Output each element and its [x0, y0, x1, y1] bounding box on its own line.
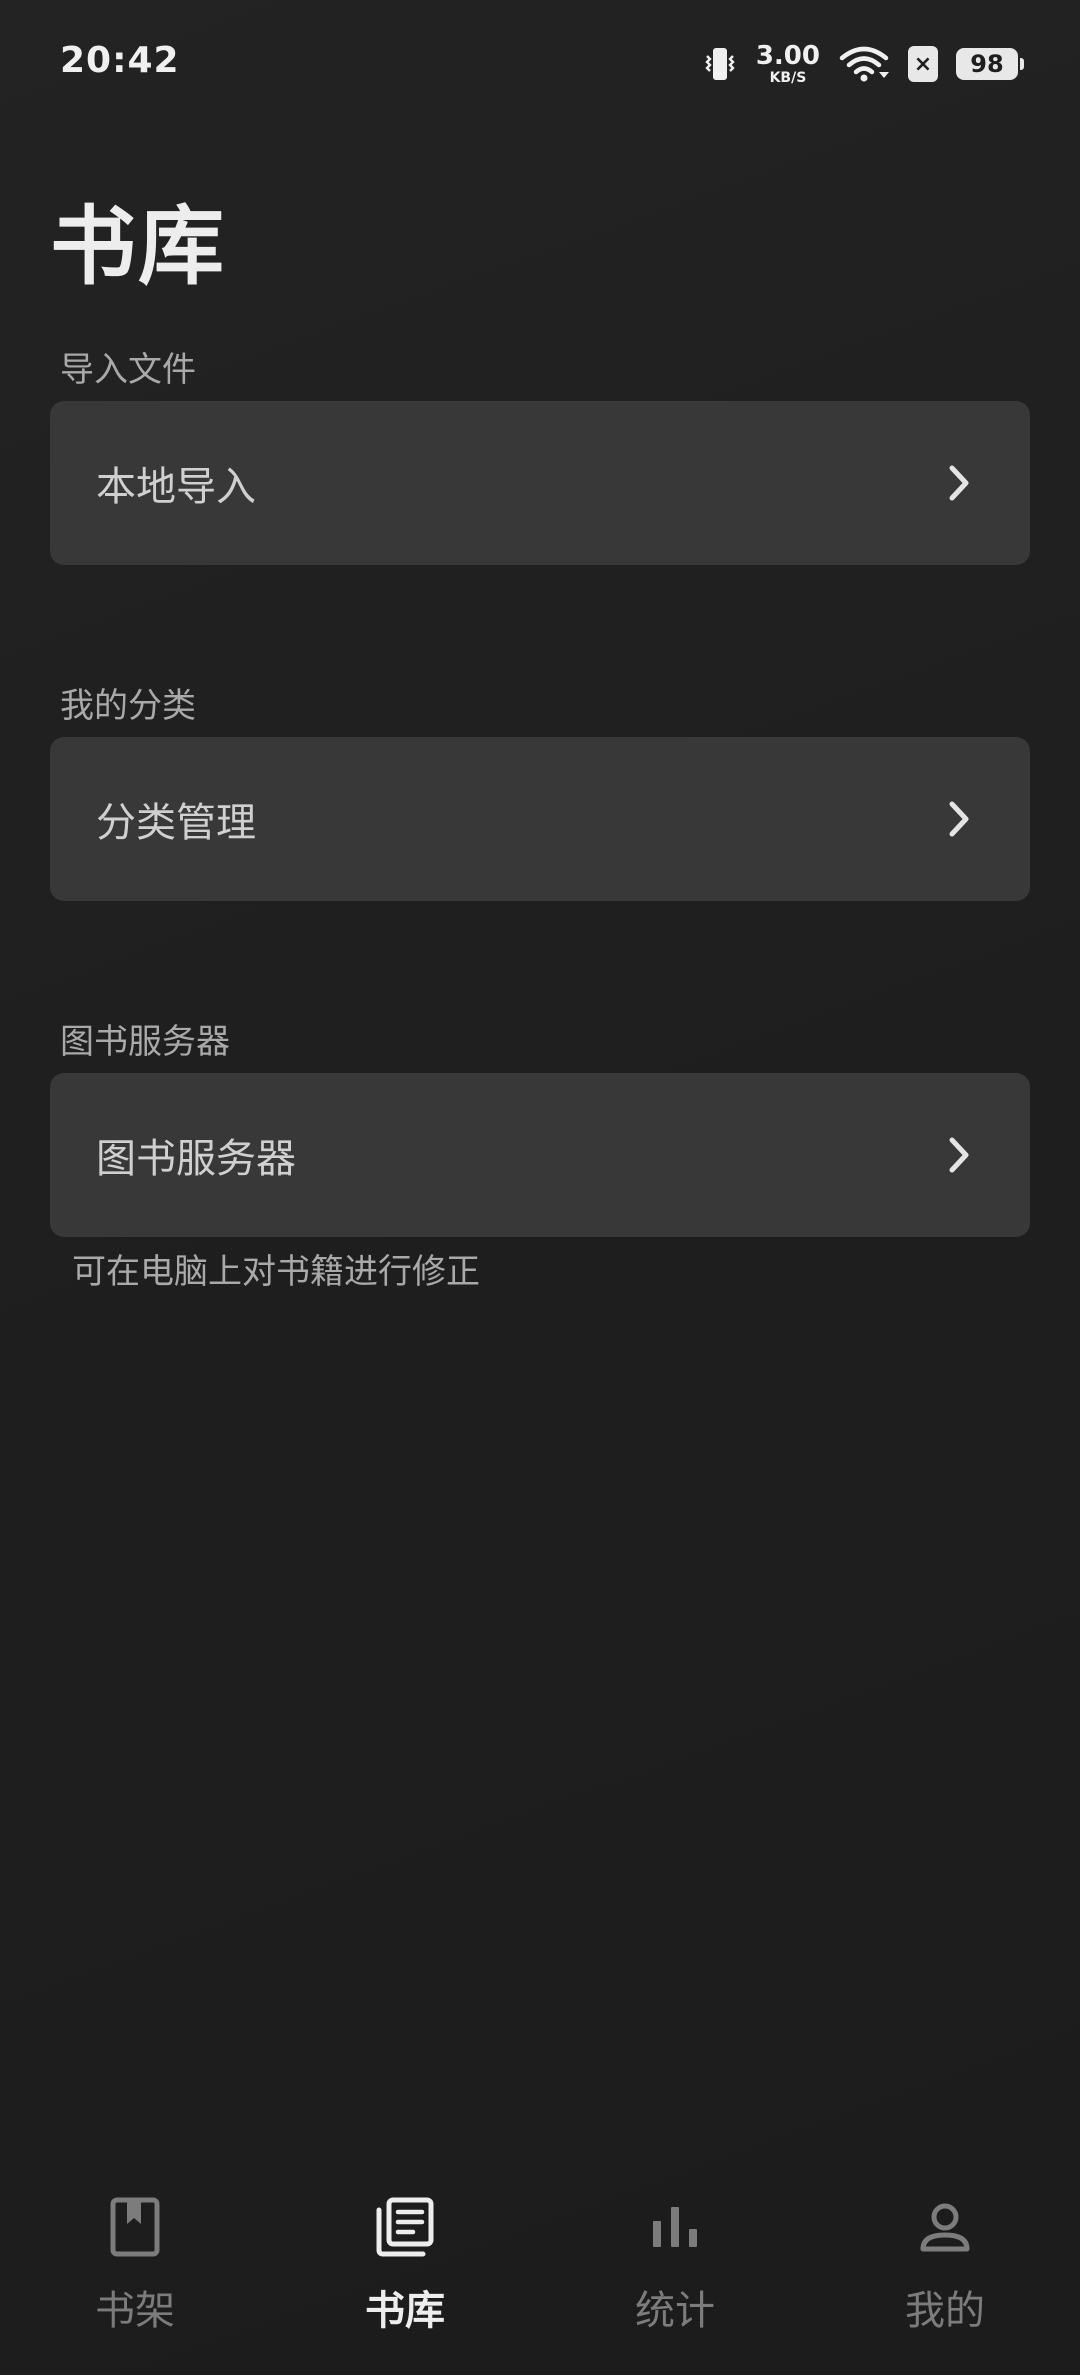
local-import-label: 本地导入 [96, 464, 256, 510]
notification-icon: × [908, 46, 938, 82]
category-management-label: 分类管理 [96, 800, 256, 846]
section-label-categories: 我的分类 [60, 686, 196, 726]
status-icons: 3.00 KB/S × 98 [702, 38, 1024, 90]
nav-label-profile: 我的 [905, 2288, 985, 2334]
book-server-item[interactable]: 图书服务器 [50, 1073, 1030, 1237]
chevron-right-icon [946, 799, 974, 839]
status-bar: 20:42 3.00 KB/S × 98 [0, 0, 1080, 130]
status-time: 20:42 [60, 40, 180, 81]
bar-chart-icon [640, 2192, 710, 2262]
category-management-item[interactable]: 分类管理 [50, 737, 1030, 901]
chevron-right-icon [946, 463, 974, 503]
chevron-right-icon [946, 1135, 974, 1175]
nav-item-library[interactable]: 书库 [270, 2160, 540, 2375]
page-title: 书库 [50, 197, 226, 297]
book-server-label: 图书服务器 [96, 1136, 296, 1182]
bottom-navigation: 书架 书库 统计 我的 [0, 2160, 1080, 2375]
nav-label-statistics: 统计 [635, 2288, 715, 2334]
nav-item-statistics[interactable]: 统计 [540, 2160, 810, 2375]
nav-item-bookshelf[interactable]: 书架 [0, 2160, 270, 2375]
app-screen: 20:42 3.00 KB/S × 98 书库 导入文件 本地导入 我的分类 分… [0, 0, 1080, 2375]
wifi-icon [838, 44, 890, 84]
vibrate-icon [702, 44, 738, 84]
net-speed-unit: KB/S [769, 70, 807, 86]
nav-label-bookshelf: 书架 [95, 2288, 175, 2334]
book-server-hint: 可在电脑上对书籍进行修正 [72, 1252, 480, 1292]
section-label-book-server: 图书服务器 [60, 1022, 230, 1062]
person-icon [910, 2192, 980, 2262]
local-import-item[interactable]: 本地导入 [50, 401, 1030, 565]
nav-label-library: 书库 [365, 2288, 445, 2334]
bookshelf-icon [100, 2192, 170, 2262]
battery-level: 98 [970, 50, 1004, 78]
net-speed-indicator: 3.00 KB/S [756, 43, 820, 85]
net-speed-value: 3.00 [755, 41, 820, 71]
nav-item-profile[interactable]: 我的 [810, 2160, 1080, 2375]
battery-icon: 98 [956, 48, 1024, 80]
library-icon [370, 2192, 440, 2262]
section-label-import: 导入文件 [60, 350, 196, 390]
